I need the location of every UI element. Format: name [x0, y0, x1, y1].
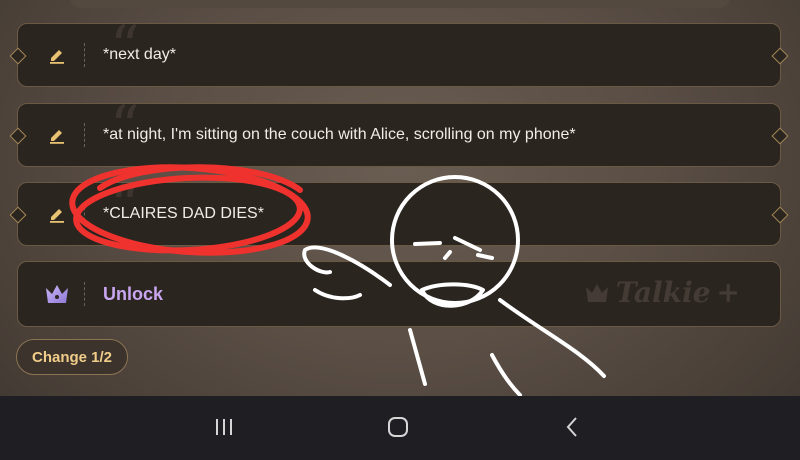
system-nav-bar	[0, 396, 800, 460]
choice-text: *CLAIRES DAD DIES*	[103, 205, 264, 222]
choice-text: *next day*	[103, 46, 176, 63]
home-icon[interactable]	[383, 412, 413, 442]
choice-text: *at night, I'm sitting on the couch with…	[103, 126, 576, 143]
stick-figure-doodle	[302, 175, 606, 396]
back-icon[interactable]	[558, 412, 588, 442]
unlock-label: Unlock	[103, 283, 164, 304]
recents-icon[interactable]	[209, 412, 239, 442]
